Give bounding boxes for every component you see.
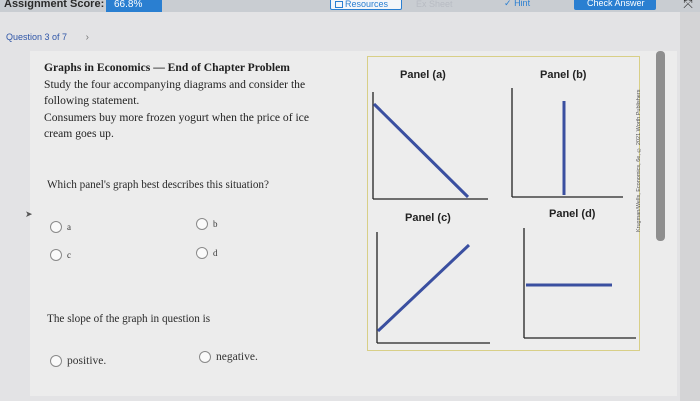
panel-graphs — [372, 88, 636, 344]
copyright-note: Krugman/Wells, Economics, 6e, © 2021 Wor… — [636, 89, 642, 232]
panel-b-graph — [511, 88, 623, 198]
scrollbar[interactable] — [656, 51, 665, 241]
panel-d-graph — [523, 228, 636, 339]
panel-c-curve — [376, 243, 471, 333]
panel-a-graph — [372, 92, 488, 200]
panel-c-graph — [376, 232, 490, 344]
panel-a-curve — [372, 102, 470, 199]
